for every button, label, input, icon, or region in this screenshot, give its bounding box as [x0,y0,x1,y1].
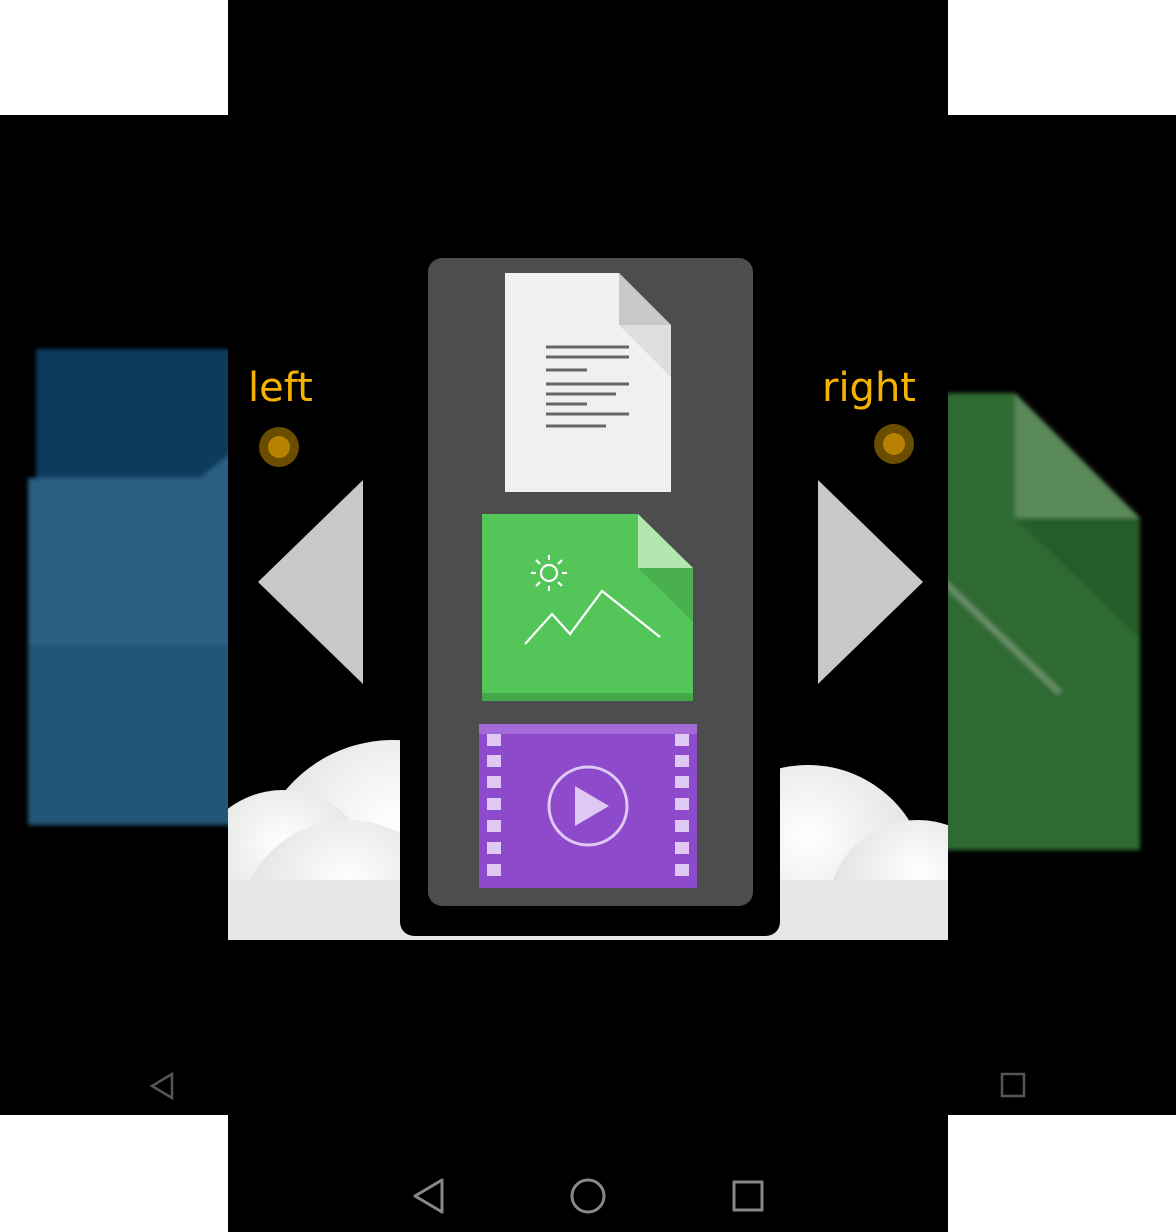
right-label: right [822,365,916,411]
video-file-icon[interactable] [479,724,697,888]
arrow-left-icon[interactable] [258,480,364,685]
recents-icon[interactable] [731,1179,765,1213]
arrow-right-icon[interactable] [818,480,924,685]
back-icon[interactable] [148,1071,178,1101]
document-file-icon[interactable] [505,273,671,493]
left-indicator-dot [259,427,299,467]
home-icon[interactable] [569,1177,607,1215]
file-icon [940,393,1140,850]
right-indicator-dot [874,424,914,464]
image-file-icon[interactable] [482,514,694,702]
left-label: left [248,365,313,411]
back-icon[interactable] [411,1177,447,1215]
recents-icon[interactable] [1000,1072,1028,1100]
folder-icon [28,349,235,825]
